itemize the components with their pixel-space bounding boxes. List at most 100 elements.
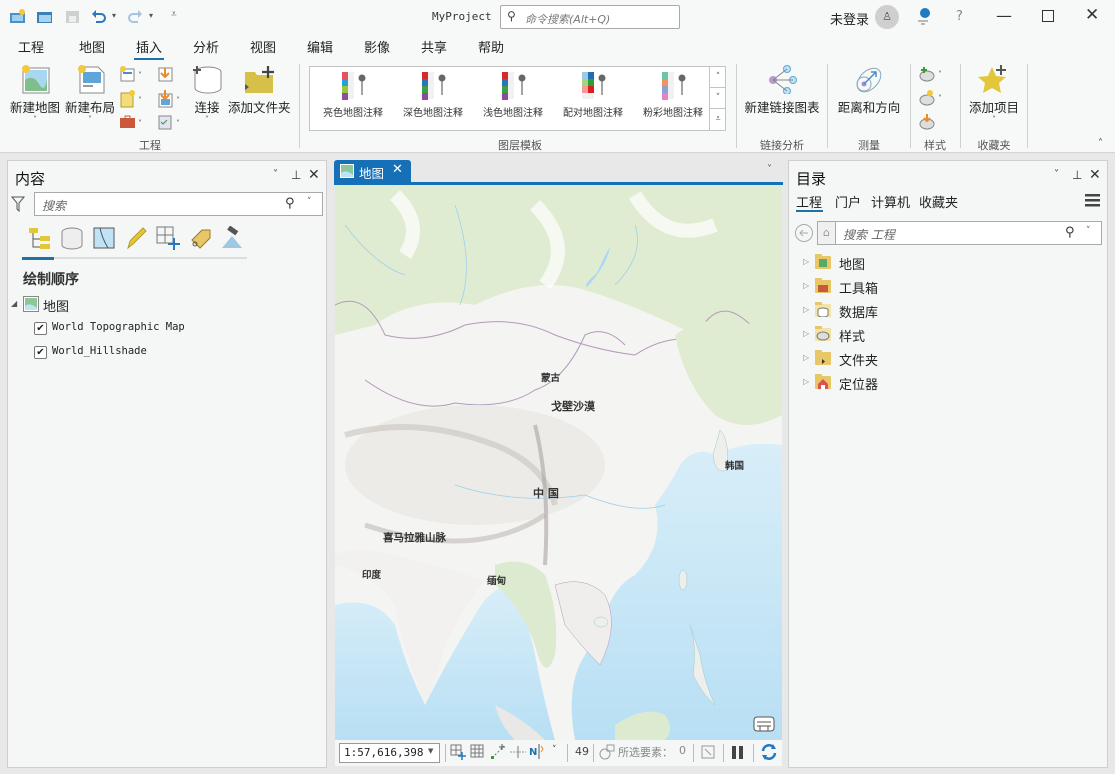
search-options-icon[interactable]: ˅ (307, 197, 312, 207)
list-by-editing-icon[interactable] (124, 226, 148, 253)
minimize-button[interactable]: — (996, 6, 1012, 25)
catalog-tab-project[interactable]: 工程 (796, 192, 822, 211)
catalog-tab-portal[interactable]: 门户 (835, 192, 861, 211)
close-button[interactable]: ✕ (1085, 5, 1099, 25)
more-options-icon[interactable]: ˅ (552, 745, 557, 755)
catalog-tab-favorites[interactable]: 收藏夹 (919, 192, 958, 211)
list-by-drawing-order-icon[interactable] (28, 226, 52, 253)
selected-features-icon[interactable] (599, 744, 615, 763)
contents-search-input[interactable]: 搜索 ⚲ ˅ (34, 192, 323, 216)
undo-icon[interactable] (90, 8, 108, 24)
open-project-icon[interactable] (36, 8, 54, 24)
add-folder-button[interactable]: 添加文件夹 (228, 64, 291, 116)
gallery-scroll-down[interactable]: ˅ (710, 88, 726, 109)
snapping-icon[interactable] (490, 744, 506, 763)
import-style-icon[interactable] (918, 113, 938, 134)
close-tab-icon[interactable]: ✕ (392, 162, 403, 177)
layer-name[interactable]: World_Hillshade (52, 345, 147, 357)
pin-icon[interactable]: ⊥ (291, 168, 301, 182)
grid-icon[interactable] (470, 744, 484, 761)
toolbox-icon[interactable]: ˅ (119, 114, 147, 133)
tab-list-dropdown-icon[interactable]: ˅ (767, 164, 772, 175)
tab-insert[interactable]: 插入 (133, 37, 165, 61)
layer-name[interactable]: World Topographic Map (52, 321, 185, 333)
filter-icon[interactable] (10, 196, 26, 215)
expand-icon[interactable]: ▷ (803, 329, 809, 338)
list-by-perspective-imagery-icon[interactable] (220, 225, 244, 253)
navigation-grid-icon[interactable] (450, 744, 466, 763)
collapse-ribbon-icon[interactable]: ˄ (1098, 138, 1103, 149)
expand-icon[interactable]: ▷ (803, 353, 809, 362)
tab-project[interactable]: 工程 (18, 37, 44, 56)
gallery-scroll-up[interactable]: ˄ (710, 67, 726, 88)
map-name[interactable]: 地图 (43, 296, 69, 315)
user-avatar[interactable]: ♙ (875, 5, 899, 29)
layer-visibility-checkbox[interactable]: ✔ (34, 346, 47, 359)
pane-options-icon[interactable]: ˅ (1054, 169, 1059, 180)
home-icon[interactable]: ⌂ (818, 222, 836, 244)
import-layout-icon[interactable]: ˅ (156, 90, 184, 111)
tab-map[interactable]: 地图 (79, 37, 105, 56)
add-item-button[interactable]: 添加项目 ˅ (966, 64, 1022, 124)
redo-dropdown-icon[interactable]: ▾ (149, 11, 153, 20)
new-map-button[interactable]: 新建地图 ˅ (9, 64, 61, 124)
catalog-tab-computer[interactable]: 计算机 (871, 192, 910, 211)
pause-drawing-button[interactable] (731, 745, 745, 763)
expand-icon[interactable]: ▷ (803, 257, 809, 266)
task-icon[interactable]: ˅ (156, 114, 184, 133)
list-by-snapping-icon[interactable] (156, 226, 180, 253)
layer-template-item[interactable]: 浅色地图注释 (474, 71, 552, 126)
tab-imagery[interactable]: 影像 (364, 37, 390, 56)
scale-selector[interactable]: 1:57,616,398 ▼ (339, 743, 440, 763)
back-icon[interactable] (794, 223, 814, 246)
save-project-icon[interactable] (64, 8, 82, 24)
tab-map-view[interactable]: 地图 ✕ (334, 160, 411, 182)
map-canvas[interactable]: 蒙古 戈壁沙漠 韩国 中 国 喜马拉雅山脉 印度 缅甸 (335, 185, 782, 740)
new-report-icon[interactable]: ˅ (119, 66, 147, 85)
new-notebook-icon[interactable]: ˅ (119, 90, 147, 111)
list-by-source-icon[interactable] (60, 226, 84, 253)
maximize-button[interactable] (1042, 10, 1054, 22)
pin-icon[interactable]: ⊥ (1072, 168, 1082, 182)
constraints-icon[interactable] (510, 744, 526, 763)
pane-options-icon[interactable]: ˅ (273, 169, 278, 180)
layer-template-item[interactable]: 深色地图注释 (394, 71, 472, 126)
connect-button[interactable]: 连接 ˅ (188, 64, 226, 124)
command-search-input[interactable]: ⚲ 命令搜索(Alt+Q) (500, 5, 680, 29)
layer-visibility-checkbox[interactable]: ✔ (34, 322, 47, 335)
help-icon[interactable]: ? (956, 9, 963, 24)
expand-icon[interactable]: ▷ (803, 377, 809, 386)
close-pane-icon[interactable]: ✕ (308, 167, 320, 183)
customize-qat-icon[interactable]: ⩡ (171, 9, 177, 20)
north-arrow-icon[interactable]: N (529, 743, 545, 764)
tool-icon[interactable] (701, 745, 715, 762)
redo-icon[interactable] (126, 8, 144, 24)
sign-in-status[interactable]: 未登录 (830, 9, 869, 28)
list-by-selection-icon[interactable] (92, 226, 116, 253)
expand-icon[interactable]: ▷ (803, 305, 809, 314)
layer-template-item[interactable]: 亮色地图注释 (314, 71, 392, 126)
distance-direction-button[interactable]: 距离和方向 (836, 64, 902, 116)
new-layout-button[interactable]: 新建布局 ˅ (64, 64, 116, 124)
gallery-expand[interactable]: ⩡ (710, 109, 726, 130)
new-link-chart-button[interactable]: 新建链接图表 (744, 64, 820, 116)
new-style-icon[interactable]: ˅ (918, 89, 948, 110)
hamburger-menu-icon[interactable] (1085, 193, 1100, 210)
notification-icon[interactable] (914, 5, 932, 30)
expand-icon[interactable]: ▷ (803, 281, 809, 290)
tab-analysis[interactable]: 分析 (193, 37, 219, 56)
new-project-icon[interactable] (9, 8, 27, 24)
catalog-search-input[interactable]: ⌂ 搜索 工程 ⚲ ˅ (817, 221, 1102, 245)
undo-dropdown-icon[interactable]: ▾ (112, 11, 116, 20)
import-map-icon[interactable] (156, 66, 176, 85)
layer-template-item[interactable]: 配对地图注释 (554, 71, 632, 126)
tab-share[interactable]: 共享 (421, 37, 447, 56)
attribution-icon[interactable] (753, 716, 775, 735)
search-options-icon[interactable]: ˅ (1086, 226, 1091, 236)
tab-view[interactable]: 视图 (250, 37, 276, 56)
refresh-icon[interactable] (760, 743, 778, 764)
expand-map-icon[interactable]: ◢ (11, 299, 17, 308)
close-pane-icon[interactable]: ✕ (1089, 167, 1101, 183)
tab-help[interactable]: 帮助 (478, 37, 504, 56)
list-by-labeling-icon[interactable] (188, 226, 212, 253)
